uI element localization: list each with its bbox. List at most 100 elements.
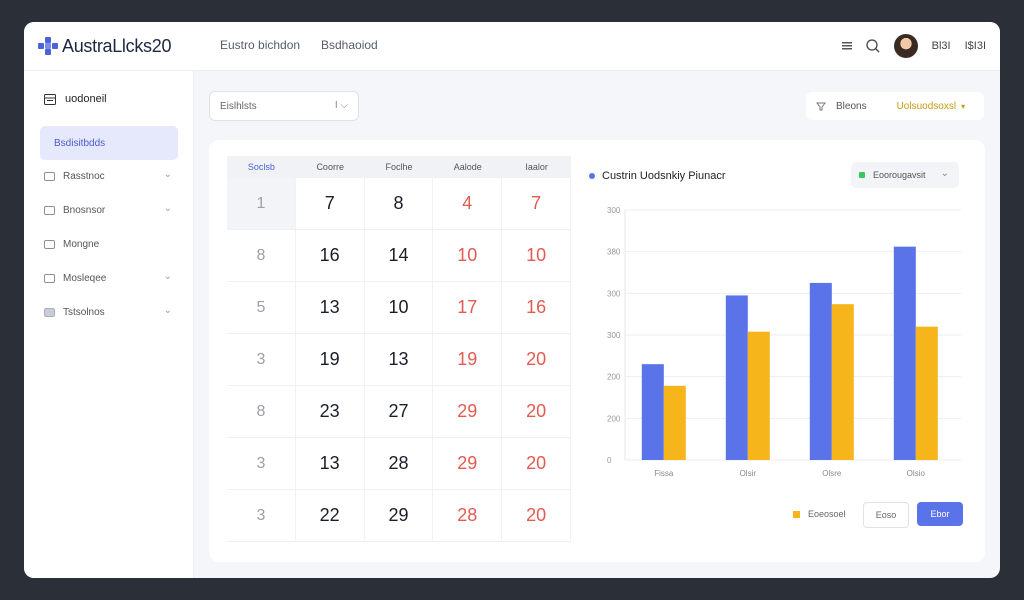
sidebar-item-6[interactable]: Tstsolnos ⌄ bbox=[40, 295, 178, 329]
bar-chart: Custrin Uodsnkiy Piunacr Eoorougavsit ⌄ … bbox=[589, 162, 969, 478]
calendar-header: Soclsb Coorre Foclhe Aalode Iaalor bbox=[227, 156, 571, 178]
app-window: AustraLlcks20 Eustro bichdon Bsdhaoiod B… bbox=[24, 22, 1000, 578]
calendar-day-cell[interactable]: 19 bbox=[296, 334, 365, 385]
calendar-row: 5 13 10 17 16 bbox=[227, 282, 571, 334]
chart-bar[interactable] bbox=[915, 326, 938, 460]
calendar-day-cell[interactable]: 20 bbox=[502, 490, 571, 541]
calendar-grid: Soclsb Coorre Foclhe Aalode Iaalor 1 7 8 4 7 8 16 1… bbox=[227, 156, 571, 542]
calendar-day-cell[interactable]: 3 bbox=[227, 334, 296, 385]
chart-bar[interactable] bbox=[663, 385, 686, 460]
y-tick-label: 200 bbox=[607, 414, 621, 423]
calendar-column-header: Soclsb bbox=[247, 162, 275, 172]
x-tick-label: Fissa bbox=[654, 469, 674, 478]
chart-bar[interactable] bbox=[747, 331, 770, 460]
chevron-down-icon: ⌄ bbox=[163, 271, 172, 282]
sidebar-header[interactable]: uodoneil bbox=[44, 93, 107, 105]
calendar-day-cell[interactable]: 17 bbox=[433, 282, 503, 333]
calendar-day-cell[interactable]: 23 bbox=[296, 386, 365, 437]
chart-bar[interactable] bbox=[893, 246, 916, 460]
chart-bar[interactable] bbox=[641, 364, 664, 460]
sidebar-item-2[interactable]: Rasstnoc ⌄ bbox=[40, 159, 178, 193]
sidebar-header-label: uodoneil bbox=[65, 93, 107, 105]
calendar-body: 1 7 8 4 7 8 16 14 10 10 5 13 10 17 16 3 19 13 19 20 8 23 27 29 2… bbox=[227, 178, 571, 542]
primary-button[interactable]: Ebor bbox=[917, 502, 963, 526]
sidebar-item-label: Tstsolnos bbox=[63, 306, 105, 318]
list-icon bbox=[44, 205, 55, 215]
sidebar-item-label: Bsdisitbdds bbox=[54, 137, 106, 149]
calendar-day-cell[interactable]: 5 bbox=[227, 282, 296, 333]
chart-range-select[interactable]: Eoorougavsit ⌄ bbox=[851, 162, 959, 188]
settings-icon bbox=[44, 307, 55, 317]
chart-bar[interactable] bbox=[831, 304, 854, 460]
calendar-day-cell[interactable]: 10 bbox=[365, 282, 434, 333]
secondary-button[interactable]: Eoso bbox=[863, 502, 909, 528]
status-dot-icon bbox=[859, 172, 865, 178]
calendar-day-cell[interactable]: 8 bbox=[227, 386, 296, 437]
calendar-day-cell[interactable]: 10 bbox=[433, 230, 503, 281]
calendar-day-cell[interactable]: 8 bbox=[365, 178, 434, 229]
calendar-day-cell[interactable]: 16 bbox=[296, 230, 365, 281]
app-logo[interactable]: AustraLlcks20 bbox=[38, 36, 171, 56]
calendar-day-cell[interactable]: 19 bbox=[433, 334, 503, 385]
chevron-down-icon: ⌄ bbox=[163, 305, 172, 316]
calendar-row: 8 23 27 29 20 bbox=[227, 386, 571, 438]
calendar-day-cell[interactable]: 3 bbox=[227, 438, 296, 489]
sidebar-item-1[interactable]: Bsdisitbdds bbox=[40, 126, 178, 160]
app-title: AustraLlcks20 bbox=[62, 35, 172, 56]
toolbar-pill[interactable]: Bleons Uolsuodsoxsl ▾ bbox=[806, 92, 984, 120]
topnav-item-2[interactable]: Bsdhaoiod bbox=[321, 38, 378, 52]
calendar-row: 3 19 13 19 20 bbox=[227, 334, 571, 386]
calendar-day-cell[interactable]: 13 bbox=[296, 438, 365, 489]
calendar-day-cell[interactable]: 16 bbox=[502, 282, 571, 333]
calendar-day-cell[interactable]: 22 bbox=[296, 490, 365, 541]
dashboard-icon bbox=[44, 93, 56, 105]
chart-bar[interactable] bbox=[809, 282, 832, 460]
y-tick-label: 200 bbox=[607, 373, 621, 382]
calendar-day-cell[interactable]: 29 bbox=[433, 386, 503, 437]
avatar[interactable] bbox=[893, 34, 918, 58]
chevron-down-icon: ⌄ bbox=[163, 169, 172, 180]
calendar-day-cell[interactable]: 8 bbox=[227, 230, 296, 281]
calendar-day-cell[interactable]: 20 bbox=[502, 386, 571, 437]
chart-bar[interactable] bbox=[725, 295, 748, 460]
user-menu[interactable]: I$I3I bbox=[965, 40, 986, 52]
calendar-day-cell[interactable]: 28 bbox=[365, 438, 434, 489]
calendar-day-cell[interactable]: 7 bbox=[296, 178, 365, 229]
chevron-down-icon: ▾ bbox=[961, 101, 966, 111]
x-tick-label: Olsir bbox=[740, 469, 757, 478]
legend-item[interactable]: Eoeosoel bbox=[789, 502, 871, 526]
calendar-day-cell[interactable]: 27 bbox=[365, 386, 434, 437]
x-tick-label: Olsio bbox=[907, 469, 926, 478]
calendar-day-cell[interactable]: 4 bbox=[433, 178, 503, 229]
filter-select[interactable]: Eislhlsts I ⌵ bbox=[209, 91, 359, 121]
calendar-day-cell[interactable]: 20 bbox=[502, 334, 571, 385]
chevron-down-icon: ⌄ bbox=[163, 203, 172, 214]
user-name[interactable]: Bl3I bbox=[932, 40, 951, 52]
calendar-day-cell[interactable]: 3 bbox=[227, 490, 296, 541]
calendar-day-cell[interactable]: 13 bbox=[365, 334, 434, 385]
sidebar-item-5[interactable]: Mosleqee ⌄ bbox=[40, 261, 178, 295]
filter-caret-icon: I ⌵ bbox=[334, 100, 348, 111]
sidebar-item-label: Rasstnoc bbox=[63, 170, 105, 182]
menu-icon[interactable] bbox=[841, 42, 852, 50]
calendar-day-cell[interactable]: 28 bbox=[433, 490, 503, 541]
sidebar-item-3[interactable]: Bnosnsor ⌄ bbox=[40, 193, 178, 227]
calendar-day-cell[interactable]: 1 bbox=[227, 178, 296, 229]
search-icon[interactable] bbox=[865, 39, 880, 53]
list-icon bbox=[44, 171, 55, 181]
sidebar-item-4[interactable]: Mongne bbox=[40, 227, 178, 261]
calendar-day-cell[interactable]: 13 bbox=[296, 282, 365, 333]
calendar-day-cell[interactable]: 20 bbox=[502, 438, 571, 489]
pill-label: Bleons bbox=[836, 100, 867, 112]
top-bar: AustraLlcks20 Eustro bichdon Bsdhaoiod B… bbox=[24, 22, 1000, 71]
calendar-day-cell[interactable]: 14 bbox=[365, 230, 434, 281]
calendar-day-cell[interactable]: 29 bbox=[365, 490, 434, 541]
filter-icon bbox=[816, 102, 826, 111]
calendar-day-cell[interactable]: 7 bbox=[502, 178, 571, 229]
sidebar: uodoneil Bsdisitbdds Rasstnoc ⌄ Bnosnsor ⌄… bbox=[24, 71, 194, 578]
y-tick-label: 300 bbox=[607, 206, 621, 215]
topnav-item-1[interactable]: Eustro bichdon bbox=[220, 38, 300, 52]
calendar-day-cell[interactable]: 10 bbox=[502, 230, 571, 281]
y-tick-label: 300 bbox=[607, 289, 621, 298]
calendar-day-cell[interactable]: 29 bbox=[433, 438, 503, 489]
